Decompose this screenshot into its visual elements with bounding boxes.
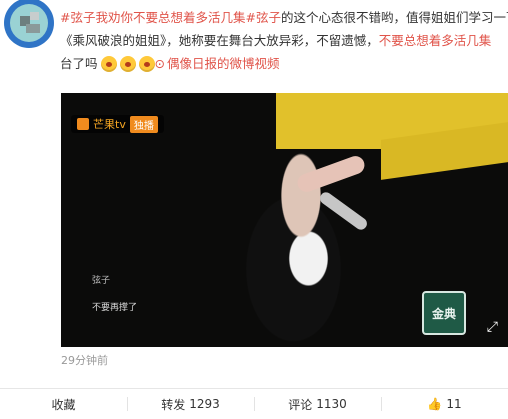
exclusive-badge: 独播 <box>129 115 158 133</box>
avatar-pixel <box>30 12 39 20</box>
like-icon: 👍 <box>427 397 443 411</box>
like-count: 11 <box>446 397 462 411</box>
video-link[interactable]: ⊙ 偶像日报的微博视频 <box>155 52 280 75</box>
emoji-face <box>100 55 117 72</box>
highlight-phrase-2: 不要总想着多活几集 <box>378 33 492 48</box>
favorite-button[interactable]: 收藏 <box>0 389 127 419</box>
repost-button[interactable]: 转发 1293 <box>127 389 254 419</box>
mango-logo-icon <box>77 118 89 130</box>
avatar-pixel <box>26 24 40 33</box>
like-button[interactable]: 👍 11 <box>381 389 508 419</box>
avatar[interactable] <box>4 0 54 48</box>
comment-label: 评论 <box>288 397 313 412</box>
comment-button[interactable]: 评论 1130 <box>254 389 381 419</box>
video-link-label: 偶像日报的微博视频 <box>167 56 280 71</box>
sponsor-badge-text: 金典 <box>431 306 456 321</box>
post-text-1: 的这个心态很不错哟，值得姐姐们学习一下 <box>280 10 508 25</box>
repost-label: 转发 <box>161 397 186 412</box>
brand-text: 芒果tv <box>93 118 126 131</box>
emoji-face <box>138 55 155 72</box>
favorite-label: 收藏 <box>51 397 76 412</box>
post-text-2: 《乘风破浪的姐姐》，她称要在舞台大放异彩，不留遗憾， <box>60 33 379 48</box>
repost-count: 1293 <box>189 397 220 411</box>
post-text: #弦子 我劝你不要总想着多活几集 #弦子 的这个心态很不错哟，值得姐姐们学习一下… <box>60 6 508 75</box>
video-player[interactable]: 芒果tv 独播 弦子 不要再撑了 金典 ⤢ <box>61 93 508 347</box>
post-text-3: 台了吗 <box>60 56 98 71</box>
video-link-icon: ⊙ <box>154 56 165 71</box>
comment-count: 1130 <box>316 397 347 411</box>
highlight-phrase-1: 我劝你不要总想着多活几集 <box>95 10 246 25</box>
subtitle: 弦子 不要再撑了 <box>92 273 137 313</box>
hashtag-1[interactable]: #弦子 <box>60 6 95 29</box>
channel-logo: 芒果tv 独播 <box>71 115 164 133</box>
post-line-1: #弦子 我劝你不要总想着多活几集 #弦子 的这个心态很不错哟，值得姐姐们学习一下 <box>60 6 508 29</box>
action-bar: 收藏 转发 1293 评论 1130 👍 11 <box>0 388 508 419</box>
post-time: 29分钟前 <box>61 354 108 367</box>
post-line-2: 《乘风破浪的姐姐》，她称要在舞台大放异彩，不留遗憾， 不要总想着多活几集 <box>60 29 508 52</box>
emoji-face <box>119 55 136 72</box>
subtitle-speaker: 弦子 <box>92 276 111 286</box>
post-line-3: 台了吗 ⊙ 偶像日报的微博视频 <box>60 52 508 75</box>
sponsor-badge: 金典 <box>422 291 466 335</box>
hashtag-2[interactable]: #弦子 <box>246 6 281 29</box>
fullscreen-icon[interactable]: ⤢ <box>487 319 498 335</box>
subtitle-text: 不要再撑了 <box>92 303 138 313</box>
